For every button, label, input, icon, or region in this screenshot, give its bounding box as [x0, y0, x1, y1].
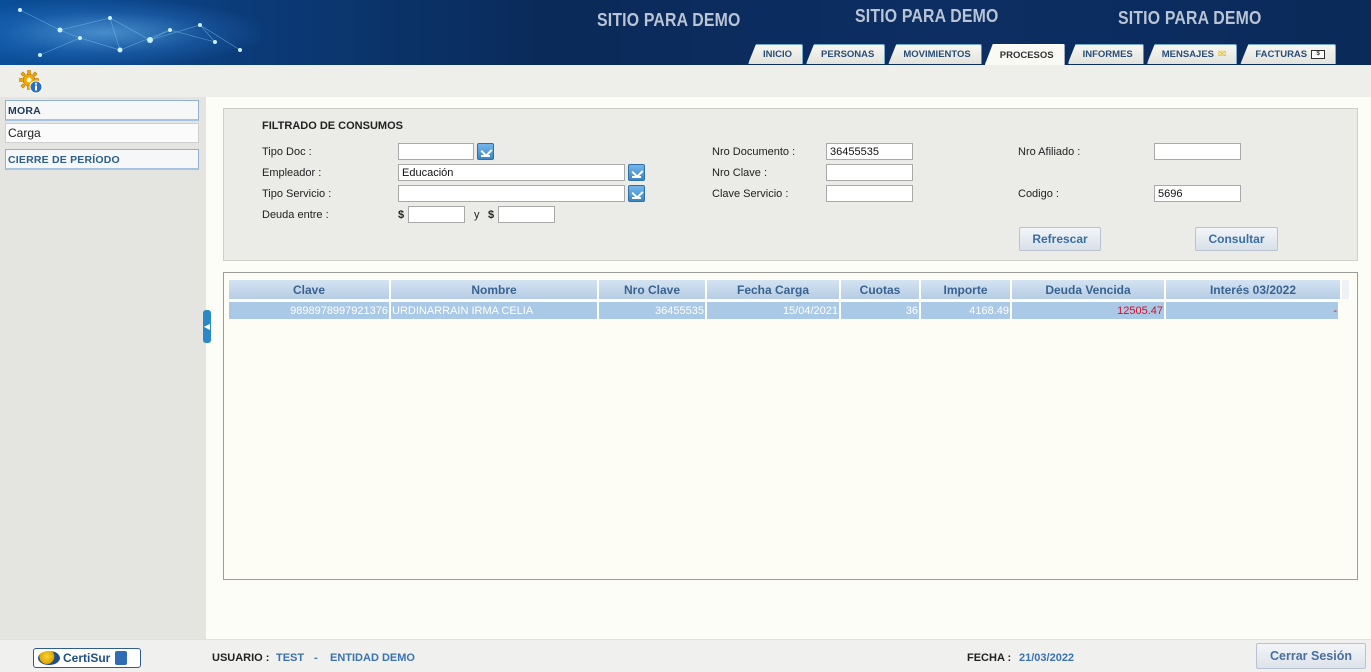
- toolbar-strip: [0, 65, 1371, 97]
- cell-interes: -: [1166, 302, 1340, 319]
- empleador-input[interactable]: [398, 164, 625, 181]
- table-header: Clave Nombre Nro Clave Fecha Carga Cuota…: [229, 280, 1351, 299]
- tab-label: INICIO: [763, 49, 793, 60]
- sidebar: MORA Carga CIERRE DE PERÍODO: [0, 97, 206, 639]
- tab-label: PROCESOS: [999, 49, 1054, 61]
- nro-clave-input[interactable]: [826, 164, 913, 181]
- invoice-icon: $: [1311, 50, 1326, 59]
- results-table: Clave Nombre Nro Clave Fecha Carga Cuota…: [223, 272, 1358, 580]
- filter-panel: FILTRADO DE CONSUMOS Tipo Doc : Empleado…: [223, 108, 1358, 261]
- codigo-label: Codigo :: [1018, 188, 1059, 200]
- nro-afiliado-input[interactable]: [1154, 143, 1241, 160]
- tab-label: INFORMES: [1082, 49, 1133, 60]
- watermark-text: SITIO PARA DEMO: [855, 6, 999, 26]
- sidebar-section-cierre-periodo[interactable]: CIERRE DE PERÍODO: [5, 149, 199, 170]
- fecha-label: FECHA :: [967, 652, 1012, 664]
- column-header-fecha-carga[interactable]: Fecha Carga: [707, 280, 841, 299]
- footer-separator: -: [314, 652, 318, 664]
- refresh-button[interactable]: Refrescar: [1019, 227, 1101, 251]
- tipo-doc-input[interactable]: [398, 143, 474, 160]
- column-header-deuda-vencida[interactable]: Deuda Vencida: [1012, 280, 1166, 299]
- tab-procesos[interactable]: PROCESOS: [984, 44, 1065, 65]
- certisur-logo: CertiSur: [33, 648, 141, 668]
- cell-nombre: URDINARRAIN IRMA CELIA: [391, 302, 599, 319]
- cell-nro-clave: 36455535: [599, 302, 707, 319]
- entidad-value: ENTIDAD DEMO: [330, 652, 415, 664]
- tab-movimientos[interactable]: MOVIMIENTOS: [888, 44, 982, 64]
- cell-deuda-vencida: 12505.47: [1012, 302, 1166, 319]
- sidebar-item-carga[interactable]: Carga: [5, 123, 199, 143]
- range-separator: y: [474, 209, 480, 221]
- scrollbar-spacer: [1342, 280, 1351, 299]
- tab-label: MOVIMIENTOS: [903, 49, 971, 60]
- cell-importe: 4168.49: [921, 302, 1012, 319]
- column-header-interes[interactable]: Interés 03/2022: [1166, 280, 1342, 299]
- column-header-nombre[interactable]: Nombre: [391, 280, 599, 299]
- empleador-lookup-icon[interactable]: [628, 164, 645, 181]
- nro-clave-label: Nro Clave :: [712, 167, 768, 179]
- tab-informes[interactable]: INFORMES: [1067, 44, 1144, 64]
- column-header-clave[interactable]: Clave: [229, 280, 391, 299]
- deuda-desde-input[interactable]: [408, 206, 465, 223]
- tipo-servicio-lookup-icon[interactable]: [628, 185, 645, 202]
- deuda-hasta-input[interactable]: [498, 206, 555, 223]
- tab-label: PERSONAS: [821, 49, 875, 60]
- tab-label: FACTURAS: [1255, 49, 1308, 60]
- network-graphic: [18, 8, 242, 57]
- gear-info-icon[interactable]: [19, 70, 43, 94]
- nro-documento-label: Nro Documento :: [712, 146, 796, 158]
- nro-documento-input[interactable]: [826, 143, 913, 160]
- tab-inicio[interactable]: INICIO: [748, 44, 804, 64]
- fecha-value: 21/03/2022: [1019, 652, 1075, 664]
- table-row[interactable]: 9898978997921376 URDINARRAIN IRMA CELIA …: [229, 302, 1340, 319]
- column-header-cuotas[interactable]: Cuotas: [841, 280, 921, 299]
- globe-icon: [38, 651, 60, 665]
- app-header: SITIO PARA DEMO SITIO PARA DEMO SITIO PA…: [0, 0, 1371, 65]
- tipo-servicio-input[interactable]: [398, 185, 625, 202]
- tab-mensajes[interactable]: MENSAJES ✉: [1146, 44, 1238, 64]
- tipo-doc-lookup-icon[interactable]: [477, 143, 494, 160]
- nro-afiliado-label: Nro Afiliado :: [1018, 146, 1081, 158]
- main-nav-tabs: INICIO PERSONAS MOVIMIENTOS PROCESOS INF…: [748, 44, 1337, 65]
- cell-clave: 9898978997921376: [229, 302, 391, 319]
- clave-servicio-input[interactable]: [826, 185, 913, 202]
- watermark-text: SITIO PARA DEMO: [1118, 8, 1262, 28]
- watermark-text: SITIO PARA DEMO: [597, 10, 741, 30]
- codigo-input[interactable]: [1154, 185, 1241, 202]
- clave-servicio-label: Clave Servicio :: [712, 188, 789, 200]
- filter-title: FILTRADO DE CONSUMOS: [262, 120, 403, 132]
- deuda-entre-label: Deuda entre :: [262, 209, 329, 221]
- query-button[interactable]: Consultar: [1195, 227, 1278, 251]
- envelope-icon: ✉: [1218, 49, 1227, 60]
- usuario-label: USUARIO :: [212, 652, 270, 664]
- collapse-sidebar-handle[interactable]: ◀: [203, 310, 211, 343]
- logout-button[interactable]: Cerrar Sesión: [1256, 643, 1366, 669]
- lock-icon: [115, 651, 128, 665]
- app-footer: CertiSur USUARIO : TEST - ENTIDAD DEMO F…: [0, 639, 1371, 672]
- tipo-servicio-label: Tipo Servicio :: [262, 188, 332, 200]
- currency-symbol: $: [398, 209, 405, 221]
- tab-label: MENSAJES: [1161, 49, 1215, 60]
- tipo-doc-label: Tipo Doc :: [262, 146, 312, 158]
- currency-symbol: $: [488, 209, 495, 221]
- column-header-nro-clave[interactable]: Nro Clave: [599, 280, 707, 299]
- usuario-value: TEST: [276, 652, 305, 664]
- logo-text: CertiSur: [63, 651, 111, 665]
- cell-cuotas: 36: [841, 302, 921, 319]
- column-header-importe[interactable]: Importe: [921, 280, 1012, 299]
- tab-personas[interactable]: PERSONAS: [806, 44, 886, 64]
- cell-fecha-carga: 15/04/2021: [707, 302, 841, 319]
- sidebar-section-mora[interactable]: MORA: [5, 100, 199, 121]
- tab-facturas[interactable]: FACTURAS $: [1240, 44, 1337, 64]
- empleador-label: Empleador :: [262, 167, 322, 179]
